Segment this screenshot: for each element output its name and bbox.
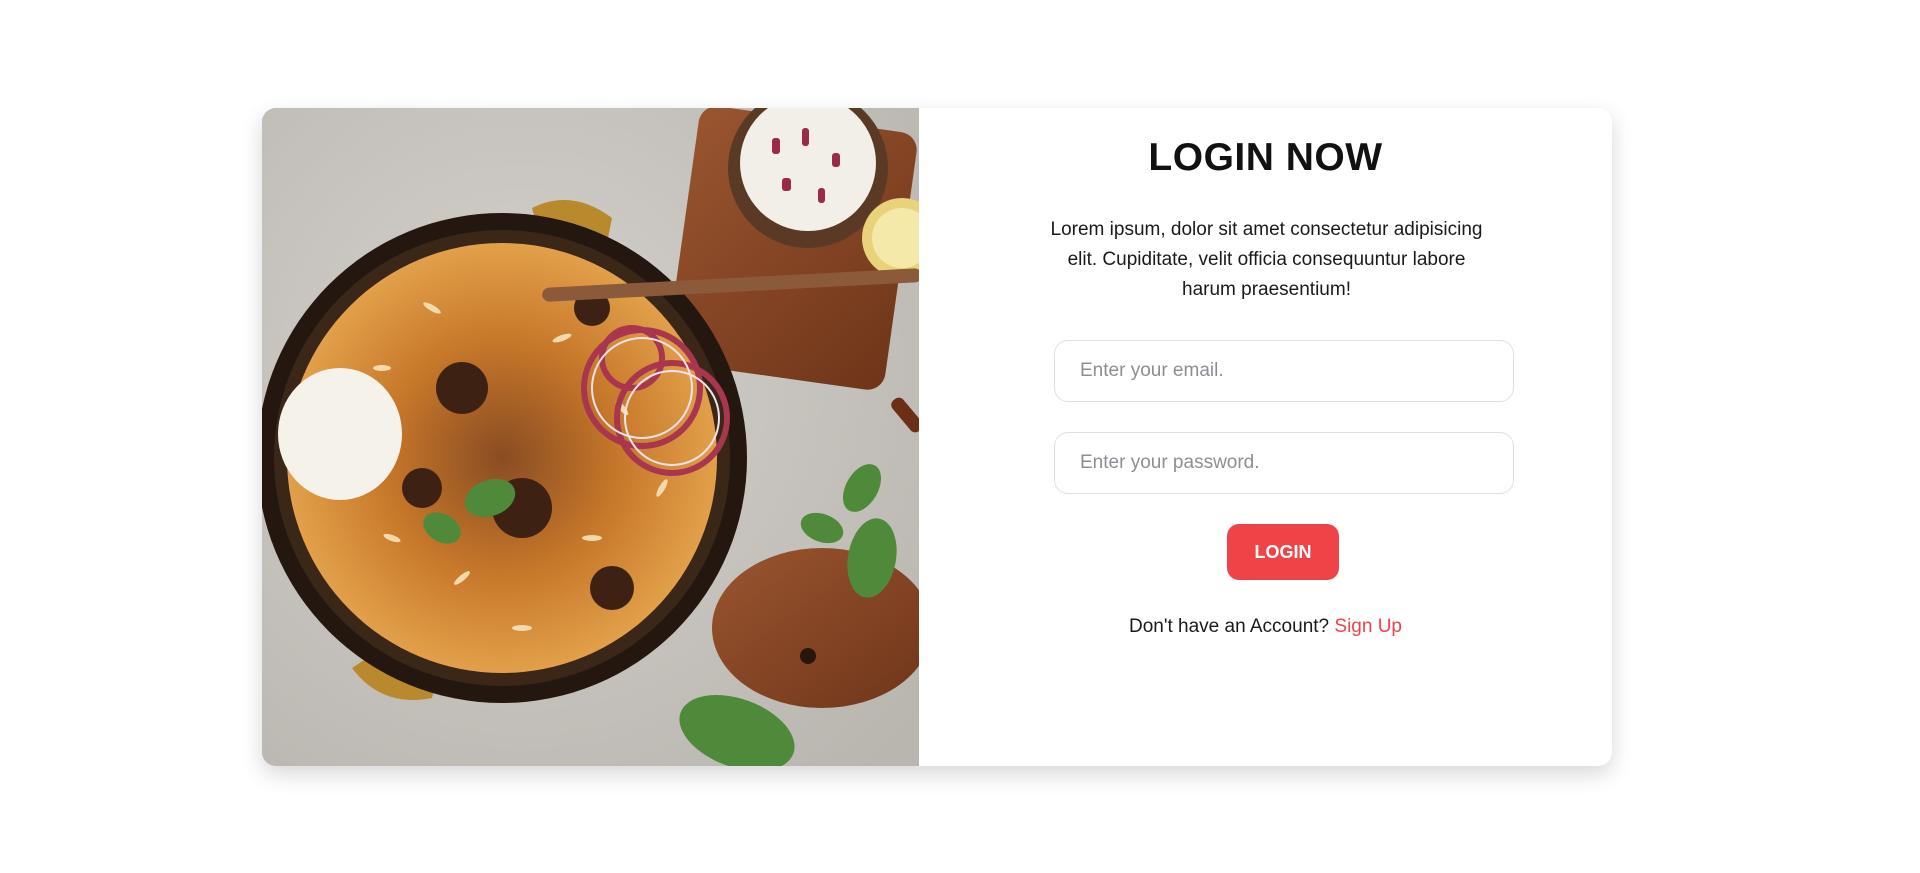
email-input[interactable] [1054,340,1514,402]
password-input[interactable] [1054,432,1514,494]
login-form-panel: LOGIN NOW Lorem ipsum, dolor sit amet co… [919,108,1612,766]
login-button[interactable]: LOGIN [1227,524,1339,580]
page-title: LOGIN NOW [1148,136,1383,179]
biryani-photo [262,108,919,766]
signup-link[interactable]: Sign Up [1334,616,1402,637]
signup-prompt-text: Don't have an Account? [1129,616,1330,637]
signup-prompt-line: Don't have an Account? Sign Up [919,616,1612,638]
food-illustration [262,108,919,766]
login-card: LOGIN NOW Lorem ipsum, dolor sit amet co… [262,108,1612,766]
form-description: Lorem ipsum, dolor sit amet consectetur … [1050,219,1483,300]
